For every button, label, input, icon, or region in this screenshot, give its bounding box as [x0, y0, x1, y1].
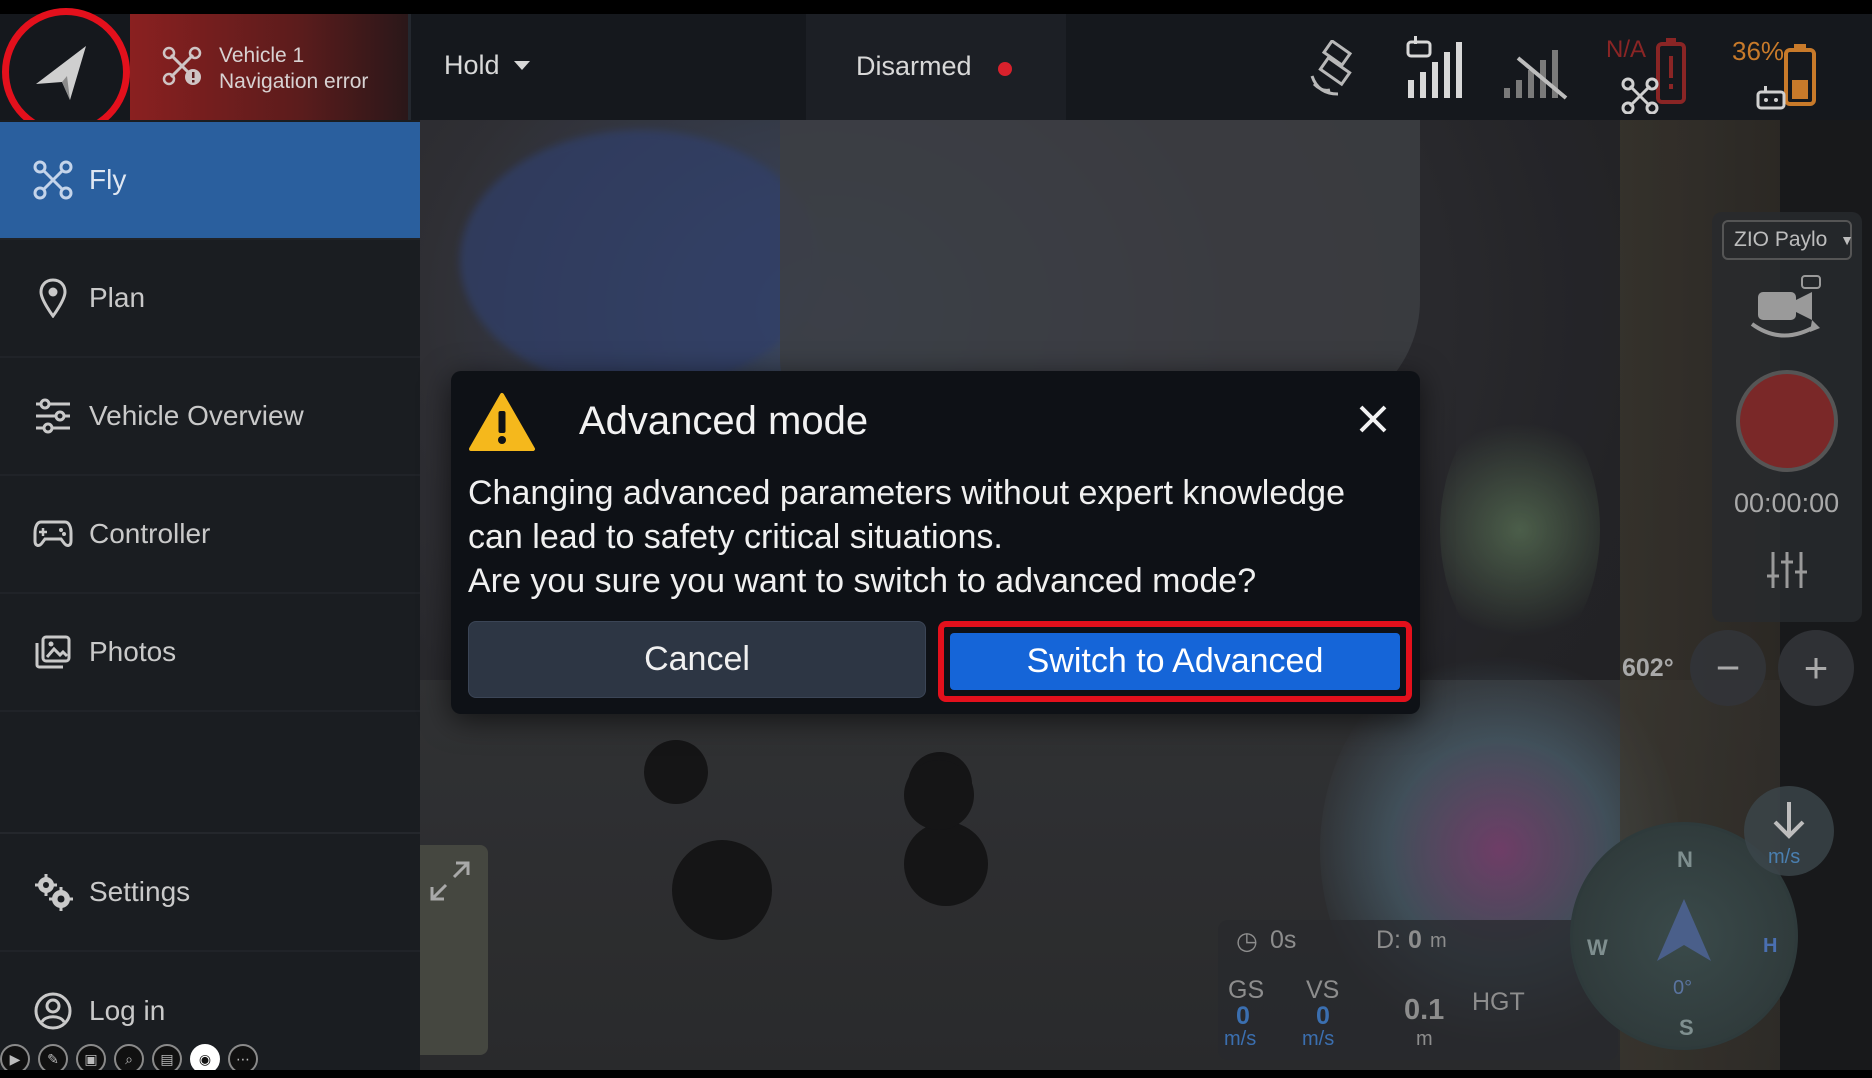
sidebar-item-label: Fly — [89, 164, 127, 195]
vertical-speed-indicator[interactable]: m/s — [1744, 786, 1834, 876]
gear-icon — [35, 874, 73, 911]
arm-status-indicator[interactable]: Disarmed — [806, 14, 1066, 120]
height-label: HGT — [1472, 988, 1525, 1016]
compass-south-label: S — [1679, 1015, 1694, 1040]
sidebar-item-label: Photos — [89, 636, 177, 667]
telemetry-signal-off-icon[interactable] — [1502, 44, 1568, 100]
payload-selector[interactable]: ZIO Paylo ▼ — [1722, 220, 1854, 260]
gs-label: GS — [1228, 976, 1265, 1004]
zoom-in-button[interactable]: + — [1778, 630, 1854, 706]
compass-north-label: N — [1677, 847, 1693, 872]
sidebar-item-label: Vehicle Overview — [89, 400, 304, 431]
sidebar-item-fly[interactable]: Fly — [0, 122, 420, 240]
drone-icon — [33, 160, 73, 200]
vehicle-name: Vehicle 1 — [219, 44, 305, 67]
vehicle-status-text: Navigation error — [219, 70, 369, 93]
camera-switch-icon[interactable] — [1746, 274, 1826, 350]
telemetry-panel[interactable]: ◷ 0s D: 0 m GS 0 m/s VS 0 m/s 0.1 m HGT — [1218, 920, 1618, 1060]
distance-value: 0 — [1408, 926, 1422, 954]
advanced-mode-dialog: Advanced mode Changing advanced paramete… — [451, 371, 1420, 714]
drone-warning-icon — [162, 46, 202, 86]
highlight-circle — [2, 8, 130, 136]
photos-icon — [35, 635, 71, 669]
highlight-box: Switch to Advanced — [938, 621, 1412, 702]
gs-unit: m/s — [1224, 1028, 1257, 1050]
compass-heading: 0° — [1673, 977, 1693, 999]
main-sidebar: Fly Plan Vehicle Overview Controller Pho… — [0, 120, 420, 1070]
gimbal-zoom-value: 602° — [1622, 654, 1674, 682]
height-value: 0.1 — [1404, 994, 1445, 1026]
dialog-message-line: Are you sure you want to switch to advan… — [468, 562, 1257, 600]
heading-arrow-icon — [1657, 899, 1711, 961]
vehicle-status-indicator[interactable]: Vehicle 1 Navigation error — [130, 14, 408, 120]
toolbar-divider — [408, 14, 411, 120]
arm-status-dot — [998, 62, 1012, 76]
distance-label: D: — [1376, 926, 1401, 954]
chevron-down-icon: ▼ — [1840, 232, 1854, 248]
rc-battery-icon[interactable] — [1756, 36, 1820, 112]
drone-battery-icon[interactable] — [1620, 38, 1692, 114]
top-toolbar: Vehicle 1 Navigation error Hold Disarmed — [0, 8, 1872, 136]
screen-edge — [0, 1070, 1872, 1078]
payload-name: ZIO Paylo — [1734, 228, 1828, 251]
dialog-message-line: Changing advanced parameters without exp… — [468, 474, 1345, 512]
dialog-message-line: can lead to safety critical situations. — [468, 518, 1003, 556]
record-timer: 00:00:00 — [1734, 488, 1840, 518]
rc-signal-icon[interactable] — [1406, 36, 1472, 100]
clock-icon: ◷ — [1236, 927, 1258, 955]
sidebar-item-settings[interactable]: Settings — [0, 834, 420, 952]
sidebar-item-label: Settings — [89, 876, 191, 907]
chevron-down-icon — [513, 60, 530, 70]
gs-value: 0 — [1236, 1002, 1250, 1030]
sidebar-item-label: Plan — [89, 282, 146, 313]
sidebar-item-vehicle-overview[interactable]: Vehicle Overview — [0, 358, 420, 476]
map-pin-icon — [39, 278, 67, 318]
sidebar-item-plan[interactable]: Plan — [0, 240, 420, 358]
distance-unit: m — [1430, 930, 1447, 952]
vertical-speed-unit: m/s — [1768, 846, 1801, 868]
height-unit: m — [1416, 1028, 1433, 1050]
camera-settings-icon[interactable] — [1765, 550, 1809, 590]
user-icon — [34, 992, 72, 1030]
warning-icon — [469, 393, 535, 451]
dialog-message: Changing advanced parameters without exp… — [468, 471, 1408, 603]
arrow-down-icon — [1773, 802, 1805, 839]
flight-time: 0s — [1270, 926, 1297, 954]
close-icon — [1359, 405, 1387, 433]
zoom-out-button[interactable]: − — [1690, 630, 1766, 706]
sidebar-item-label: Log in — [89, 995, 166, 1026]
vs-value: 0 — [1316, 1002, 1330, 1030]
vs-unit: m/s — [1302, 1028, 1335, 1050]
sliders-icon — [36, 398, 70, 434]
cancel-button[interactable]: Cancel — [468, 621, 926, 698]
camera-control-panel: ZIO Paylo ▼ 00:00:00 — [1712, 212, 1862, 622]
flight-mode-label: Hold — [444, 50, 500, 80]
flight-mode-dropdown[interactable]: Hold — [444, 50, 530, 81]
gps-satellite-icon[interactable] — [1308, 40, 1366, 98]
dialog-title: Advanced mode — [579, 399, 869, 443]
switch-to-advanced-button[interactable]: Switch to Advanced — [950, 633, 1400, 690]
home-icon: H — [1763, 935, 1778, 957]
compass-west-label: W — [1587, 935, 1608, 960]
arm-status-text: Disarmed — [856, 51, 972, 81]
sidebar-item-controller[interactable]: Controller — [0, 476, 420, 594]
vs-label: VS — [1306, 976, 1340, 1004]
sidebar-item-photos[interactable]: Photos — [0, 594, 420, 712]
dialog-close-button[interactable] — [1349, 395, 1397, 443]
gamepad-icon — [33, 520, 73, 547]
sidebar-item-label: Controller — [89, 518, 211, 549]
record-button[interactable] — [1736, 370, 1838, 472]
